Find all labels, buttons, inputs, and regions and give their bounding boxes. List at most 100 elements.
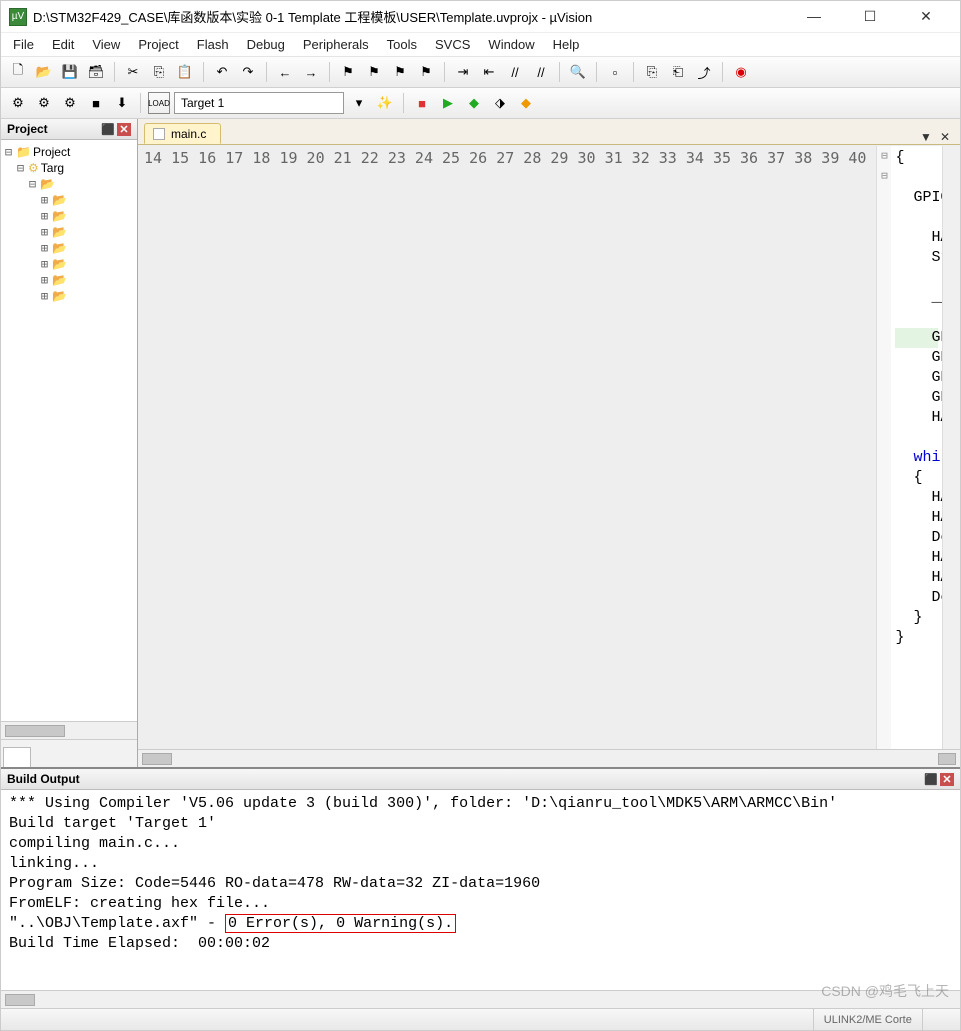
build-output-label: Build Output (7, 772, 80, 786)
title-bar: µV D:\STM32F429_CASE\库函数版本\实验 0-1 Templa… (1, 1, 960, 33)
copy-button[interactable]: ⎘ (148, 61, 170, 83)
tree-item[interactable]: ⊞📂 (3, 272, 135, 288)
project-panel-label: Project (7, 122, 48, 136)
tree-item[interactable]: ⊞📂 (3, 288, 135, 304)
grn-sq-button[interactable]: ◆ (463, 92, 485, 114)
orange-button[interactable]: ◆ (515, 92, 537, 114)
tree-item[interactable]: ⊞📂 (3, 208, 135, 224)
bookmark-button[interactable]: ⚑ (337, 61, 359, 83)
pin-icon[interactable]: ⬛ (924, 773, 938, 786)
menu-window[interactable]: Window (488, 37, 534, 52)
dbg-step-button[interactable]: ⎘ (641, 61, 663, 83)
panel-close-button[interactable]: ✕ (940, 773, 954, 786)
menu-edit[interactable]: Edit (52, 37, 74, 52)
app-icon: µV (9, 8, 27, 26)
tree-item[interactable]: ⊞📂 (3, 256, 135, 272)
tree-item[interactable]: ⊟📁Project (3, 144, 135, 160)
new-button[interactable]: 🗋 (7, 61, 29, 83)
menu-bar: File Edit View Project Flash Debug Peripherals… (1, 33, 960, 57)
panel-close-button[interactable]: ✕ (117, 123, 131, 136)
download-button[interactable]: ⬇ (111, 92, 133, 114)
file-tab-main-c[interactable]: main.c (144, 123, 221, 144)
spacer-button[interactable]: ▫ (604, 61, 626, 83)
tree-item[interactable]: ⊞📂 (3, 192, 135, 208)
outdent-button[interactable]: ⇤ (478, 61, 500, 83)
rebuild-button[interactable]: ⚙ (33, 92, 55, 114)
status-cell (922, 1009, 952, 1030)
pin-icon[interactable]: ⬛ (101, 123, 115, 136)
redo-button[interactable]: ↷ (237, 61, 259, 83)
tree-item[interactable]: ⊞📂 (3, 240, 135, 256)
code-text[interactable]: { GPIO_InitTypeDef GPIO_Initure; HAL_Ini… (891, 146, 942, 749)
tree-item[interactable]: ⊟📂 (3, 176, 135, 192)
back-button[interactable]: ← (274, 61, 296, 83)
menu-peripherals[interactable]: Peripherals (303, 37, 369, 52)
indent-button[interactable]: ⇥ (452, 61, 474, 83)
status-debugger: ULINK2/ME Corte (813, 1009, 922, 1030)
d-arrow-button[interactable]: ⬗ (489, 92, 511, 114)
target-select[interactable]: Target 1 (174, 92, 344, 114)
red-sq-button[interactable]: ■ (411, 92, 433, 114)
find-button[interactable]: 🔍 (567, 61, 589, 83)
menu-tools[interactable]: Tools (387, 37, 417, 52)
tree-item[interactable]: ⊟⚙Targ (3, 160, 135, 176)
stop-button[interactable]: ■ (85, 92, 107, 114)
toolbar-main: 🗋📂💾🗃✂⎘📋↶↷←→⚑⚑⚑⚑⇥⇤////🔍▫⎘⎗⤴◉ (1, 57, 960, 88)
comment-button[interactable]: // (504, 61, 526, 83)
project-hscroll[interactable] (1, 721, 137, 739)
file-tab-label: main.c (171, 127, 206, 141)
project-tab[interactable] (3, 747, 31, 767)
bm-prev-button[interactable]: ⚑ (363, 61, 385, 83)
build-output-title: Build Output ⬛ ✕ (1, 769, 960, 790)
menu-help[interactable]: Help (553, 37, 580, 52)
editor-area: main.c ▼ ✕ 14 15 16 17 18 19 20 21 22 23… (138, 119, 960, 767)
menu-project[interactable]: Project (138, 37, 178, 52)
project-tree[interactable]: ⊟📁Project⊟⚙Targ⊟📂⊞📂⊞📂⊞📂⊞📂⊞📂⊞📂⊞📂 (1, 140, 137, 721)
fold-column[interactable]: ⊟ ⊟ (877, 146, 891, 749)
tab-close-icon[interactable]: ✕ (936, 130, 954, 144)
wand-button[interactable]: ✨ (374, 92, 396, 114)
build-button[interactable]: ⚙ (7, 92, 29, 114)
save-all-button[interactable]: 🗃 (85, 61, 107, 83)
menu-debug[interactable]: Debug (247, 37, 285, 52)
menu-svcs[interactable]: SVCS (435, 37, 470, 52)
build-hscroll[interactable] (1, 990, 960, 1008)
build-output-panel: Build Output ⬛ ✕ *** Using Compiler 'V5.… (1, 767, 960, 1008)
tab-dropdown-icon[interactable]: ▼ (916, 130, 936, 144)
status-bar: ULINK2/ME Corte (1, 1008, 960, 1030)
line-number-gutter: 14 15 16 17 18 19 20 21 22 23 24 25 26 2… (138, 146, 877, 749)
menu-view[interactable]: View (92, 37, 120, 52)
code-editor[interactable]: 14 15 16 17 18 19 20 21 22 23 24 25 26 2… (138, 145, 960, 749)
close-button[interactable]: ✕ (908, 8, 944, 25)
forward-button[interactable]: → (300, 61, 322, 83)
open-button[interactable]: 📂 (33, 61, 55, 83)
menu-flash[interactable]: Flash (197, 37, 229, 52)
project-tabstrip (1, 739, 137, 767)
batch-button[interactable]: ⚙ (59, 92, 81, 114)
toolbar-build: ⚙⚙⚙■⬇LOADTarget 1▾✨■▶◆⬗◆ (1, 88, 960, 119)
minimize-button[interactable]: — (796, 8, 832, 25)
cut-button[interactable]: ✂ (122, 61, 144, 83)
build-output-text[interactable]: *** Using Compiler 'V5.06 update 3 (buil… (1, 790, 960, 990)
grn-tri-button[interactable]: ▶ (437, 92, 459, 114)
target-dropdown-icon[interactable]: ▾ (348, 92, 370, 114)
editor-vscroll[interactable] (942, 146, 960, 749)
undo-button[interactable]: ↶ (211, 61, 233, 83)
load-button[interactable]: LOAD (148, 92, 170, 114)
dbg-out-button[interactable]: ⤴ (693, 61, 715, 83)
bm-next-button[interactable]: ⚑ (389, 61, 411, 83)
tree-item[interactable]: ⊞📂 (3, 224, 135, 240)
paste-button[interactable]: 📋 (174, 61, 196, 83)
file-icon (153, 128, 165, 140)
editor-hscroll[interactable] (138, 749, 960, 767)
window-title: D:\STM32F429_CASE\库函数版本\实验 0-1 Template … (33, 7, 796, 26)
uncomment-button[interactable]: // (530, 61, 552, 83)
editor-tabbar: main.c ▼ ✕ (138, 119, 960, 145)
bm-clear-button[interactable]: ⚑ (415, 61, 437, 83)
dbg-over-button[interactable]: ⎗ (667, 61, 689, 83)
red-dot-button[interactable]: ◉ (730, 61, 752, 83)
maximize-button[interactable]: ☐ (852, 8, 888, 25)
save-button[interactable]: 💾 (59, 61, 81, 83)
project-panel-title: Project ⬛ ✕ (1, 119, 137, 140)
menu-file[interactable]: File (13, 37, 34, 52)
